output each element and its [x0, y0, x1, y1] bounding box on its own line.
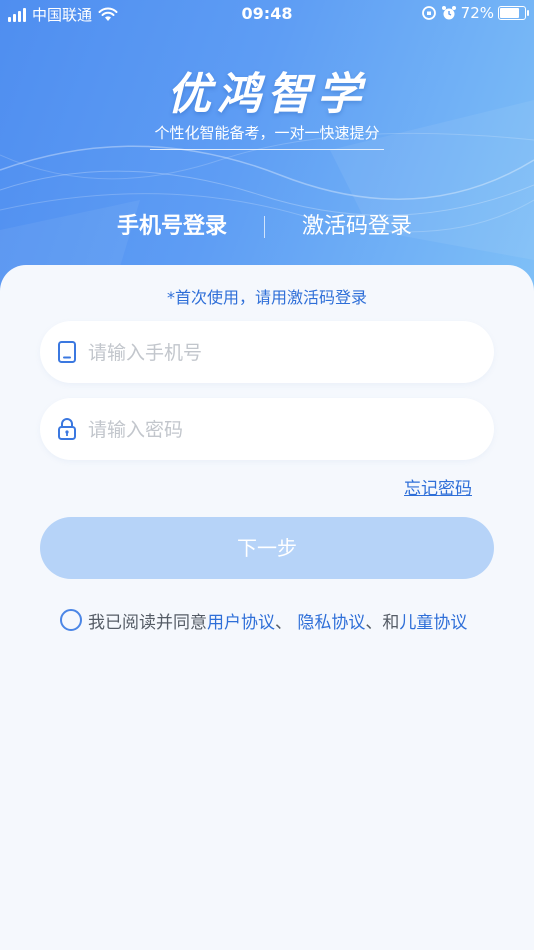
- agreement-checkbox[interactable]: [60, 609, 82, 631]
- hero-decoration: [0, 100, 534, 300]
- child-agreement-link[interactable]: 儿童协议: [399, 608, 467, 633]
- phone-field: [40, 321, 494, 385]
- agreement-separator-2: 、和: [365, 612, 400, 633]
- tab-phone-login[interactable]: 手机号登录: [117, 208, 227, 240]
- brand-title: 优鸿智学: [167, 69, 367, 120]
- battery-percent: 72%: [460, 4, 494, 22]
- agreement-row: 我已阅读并同意 用户协议 、 隐私协议 、和 儿童协议: [60, 608, 467, 633]
- first-use-notice: *首次使用，请用激活码登录: [166, 288, 367, 307]
- privacy-agreement-link[interactable]: 隐私协议: [297, 608, 365, 633]
- password-field: [40, 398, 494, 462]
- orientation-lock-icon: [421, 6, 436, 20]
- password-input[interactable]: [86, 398, 470, 462]
- status-bar: 中国联通 09:48 72%: [0, 0, 534, 28]
- tab-divider: [264, 216, 265, 238]
- hero-banner: 中国联通 09:48 72% 优鸿智学 个性化智能备考，一对一快速提分 手机号登…: [0, 0, 534, 300]
- alarm-clock-icon: [441, 6, 456, 20]
- tab-activation-code-login[interactable]: 激活码登录: [302, 208, 412, 240]
- brand-slogan: 个性化智能备考，一对一快速提分: [150, 122, 384, 150]
- agreement-separator-1: 、: [275, 612, 298, 633]
- login-screen: 中国联通 09:48 72% 优鸿智学 个性化智能备考，一对一快速提分 手机号登…: [0, 0, 534, 950]
- login-tabs: 手机号登录 激活码登录: [0, 208, 534, 248]
- lock-icon: [58, 418, 76, 440]
- agreement-prefix: 我已阅读并同意: [88, 612, 207, 633]
- forgot-password-link[interactable]: 忘记密码: [404, 474, 472, 499]
- phone-icon: [58, 341, 76, 363]
- phone-input[interactable]: [86, 321, 470, 385]
- next-button[interactable]: 下一步: [40, 517, 494, 579]
- battery-icon: [498, 6, 529, 20]
- user-agreement-link[interactable]: 用户协议: [207, 608, 275, 633]
